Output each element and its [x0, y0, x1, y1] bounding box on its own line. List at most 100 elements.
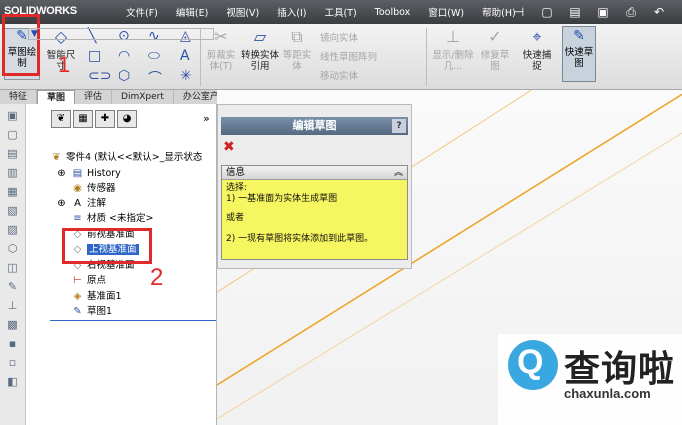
pointer-icon[interactable]: ↖	[676, 3, 682, 21]
tree-label: 草图1	[87, 306, 113, 317]
trim-label: 剪裁实体(T)	[206, 50, 236, 72]
property-manager: 编辑草图 ? ✖ 信息 ︽ 选择: 1) 一基准面为实体生成草图 或者 2) 一…	[217, 104, 412, 269]
history-icon: ▤	[72, 168, 83, 179]
view-icon[interactable]: ▨	[5, 223, 21, 237]
quick-snaps-icon: ⌖	[532, 27, 542, 46]
rapid-sketch-label: 快速草图	[564, 47, 594, 69]
view-icon[interactable]: ▦	[5, 185, 21, 199]
watermark-text: 查询啦	[564, 349, 676, 390]
view-icon[interactable]: ▣	[5, 109, 21, 123]
info-title: 信息	[226, 167, 246, 178]
view-icon[interactable]: ⊥	[5, 299, 21, 313]
plane-icon: ◈	[73, 291, 82, 302]
view-icon[interactable]: ◫	[5, 261, 21, 275]
sensor-icon: ◉	[73, 183, 82, 194]
tab-features[interactable]: 特征	[0, 90, 38, 104]
menu-bar: 文件(F) 编辑(E) 视图(V) 插入(I) 工具(T) Toolbox 窗口…	[126, 0, 534, 24]
watermark-logo-icon: Q	[508, 340, 558, 390]
material-icon: ≡	[73, 213, 82, 224]
menu-file[interactable]: 文件(F)	[126, 5, 158, 19]
repair-label: 修复草图	[480, 50, 510, 72]
open-folder-icon[interactable]: ▤	[564, 3, 586, 21]
menu-view[interactable]: 视图(V)	[226, 5, 259, 19]
tree-item-sensors[interactable]: ◉ 传感器	[71, 182, 115, 196]
fillet-icon[interactable]: ⌒	[148, 68, 162, 88]
polygon-icon[interactable]: ⬡	[118, 68, 130, 84]
new-file-icon[interactable]: ▢	[536, 3, 558, 21]
display-delete-relations-button[interactable]: ⊥ 显示/删除几...	[432, 26, 474, 72]
view-icon[interactable]: ▤	[5, 147, 21, 161]
view-icon[interactable]: ◧	[5, 375, 21, 389]
tree-item-material[interactable]: ≡ 材质 <未指定>	[71, 212, 153, 226]
cancel-x-icon[interactable]: ✖	[223, 139, 235, 155]
quick-snaps-label: 快速捕捉	[522, 50, 552, 72]
menu-insert[interactable]: 插入(I)	[277, 5, 306, 19]
menu-toolbox[interactable]: Toolbox	[375, 7, 411, 18]
text-icon[interactable]: A	[180, 48, 190, 64]
rollback-bar[interactable]	[50, 320, 216, 321]
tab-evaluate[interactable]: 评估	[75, 90, 113, 104]
menu-window[interactable]: 窗口(W)	[428, 5, 464, 19]
info-line: 2) 一现有草图将实体添加到此草图。	[226, 234, 374, 244]
repair-sketch-button[interactable]: ✓ 修复草图	[478, 26, 512, 72]
view-icon[interactable]: ▩	[5, 318, 21, 332]
arc-icon[interactable]: ◠	[118, 48, 130, 64]
menu-edit[interactable]: 编辑(E)	[176, 5, 208, 19]
tree-item-plane1[interactable]: ◈ 基准面1	[71, 290, 122, 304]
feature-tree-tab-icon[interactable]: ❦	[51, 110, 71, 128]
slot-icon[interactable]: ⊂⊃	[88, 68, 111, 84]
rapid-sketch-button[interactable]: ✎ 快速草图	[562, 26, 596, 82]
view-icon[interactable]: ▢	[5, 128, 21, 142]
info-line: 选择:	[226, 183, 248, 193]
offset-icon: ⧉	[291, 27, 303, 46]
rectangle-icon[interactable]: □	[88, 48, 101, 64]
help-button[interactable]: ?	[392, 119, 406, 133]
ribbon-divider	[426, 28, 427, 86]
tree-label: History	[87, 168, 121, 179]
sketch-icon: ✎	[73, 306, 82, 317]
print-icon[interactable]: ⎙	[620, 3, 642, 21]
save-icon[interactable]: ▣	[592, 3, 614, 21]
convert-entities-button[interactable]: ▱ 转换实体引用	[240, 26, 280, 72]
convert-label: 转换实体引用	[240, 50, 279, 72]
panel-tabs: ❦ ▦ ✚ ◕	[51, 110, 137, 128]
quick-snaps-button[interactable]: ⌖ 快速捕捉	[520, 26, 554, 72]
undo-icon[interactable]: ↶	[648, 3, 670, 21]
tree-item-origin[interactable]: ⊢ 原点	[71, 274, 106, 288]
expand-plus-icon[interactable]: ⊕	[55, 197, 68, 211]
mirror-entities-button[interactable]: 镜向实体	[320, 30, 358, 44]
info-header[interactable]: 信息 ︽	[222, 166, 407, 180]
expand-icon[interactable]: »	[203, 112, 210, 125]
config-tab-icon[interactable]: ✚	[95, 110, 115, 128]
view-icon[interactable]: ▥	[5, 166, 21, 180]
pin-icon[interactable]: ⊣	[508, 3, 530, 21]
title-bar: SOLIDWORKS 文件(F) 编辑(E) 视图(V) 插入(I) 工具(T)…	[0, 0, 682, 24]
display-delete-label: 显示/删除几...	[432, 50, 474, 72]
view-icon[interactable]: ▪	[5, 337, 21, 351]
ellipse-icon[interactable]: ⬭	[148, 48, 160, 64]
tab-dimxpert[interactable]: DimXpert	[112, 90, 174, 104]
view-icon[interactable]: ▫	[5, 356, 21, 370]
tree-item-sketch1[interactable]: ✎ 草图1	[71, 305, 112, 319]
tab-sketch[interactable]: 草图	[37, 90, 76, 104]
move-entities-button[interactable]: 移动实体	[320, 68, 358, 82]
info-line: 1) 一基准面为实体生成草图	[226, 194, 338, 204]
info-body: 选择: 1) 一基准面为实体生成草图 或者 2) 一现有草图将实体添加到此草图。	[222, 180, 407, 248]
collapse-icon[interactable]: ︽	[394, 166, 403, 180]
tree-filter[interactable]: ▼	[28, 28, 214, 40]
watermark: Q 查询啦 chaxunla.com	[498, 334, 682, 425]
property-tab-icon[interactable]: ▦	[73, 110, 93, 128]
sketch-edit-icon[interactable]: ✎	[5, 280, 21, 294]
filter-icon: ▼	[31, 29, 38, 39]
tree-item-history[interactable]: ⊕ ▤ History	[55, 167, 121, 181]
view-icon[interactable]: ▧	[5, 204, 21, 218]
linear-pattern-button[interactable]: 线性草图阵列	[320, 49, 377, 63]
expand-plus-icon[interactable]: ⊕	[55, 167, 68, 181]
view-icon[interactable]: ⬡	[5, 242, 21, 256]
tree-item-annotations[interactable]: ⊕ A 注解	[55, 197, 106, 211]
tree-root[interactable]: ❦ 零件4 (默认<<默认>_显示状态	[50, 151, 202, 165]
offset-entities-button[interactable]: ⧉ 等距实体	[282, 26, 312, 72]
menu-tools[interactable]: 工具(T)	[324, 5, 356, 19]
display-tab-icon[interactable]: ◕	[117, 110, 137, 128]
point-icon[interactable]: ✳	[180, 68, 192, 84]
